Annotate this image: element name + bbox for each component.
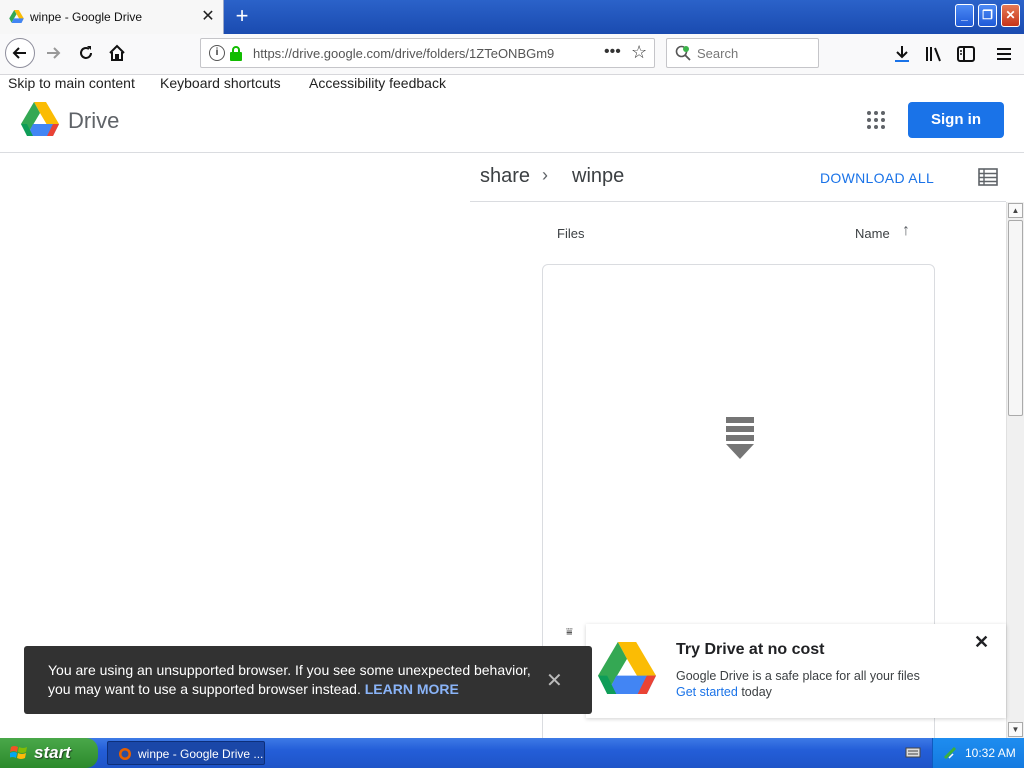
firefox-icon	[119, 748, 131, 760]
google-apps-icon[interactable]	[866, 110, 886, 130]
system-tray: 10:32 AM	[905, 738, 1024, 768]
lock-icon	[230, 46, 242, 61]
reload-icon	[80, 46, 92, 59]
get-started-link[interactable]: Get started	[676, 685, 738, 699]
window-close-button[interactable]: ✕	[1001, 4, 1020, 27]
hamburger-menu-icon[interactable]	[992, 42, 1016, 66]
snackbar-message-block: You are using an unsupported browser. If…	[48, 661, 548, 699]
library-icon[interactable]	[922, 42, 946, 66]
keyboard-shortcuts-link[interactable]: Keyboard shortcuts	[160, 75, 281, 91]
window-minimize-button[interactable]: _	[955, 4, 974, 27]
drive-wordmark[interactable]: Drive	[68, 108, 119, 134]
address-bar[interactable]: i https://drive.google.com/drive/folders…	[200, 38, 655, 68]
downloads-icon[interactable]	[890, 42, 914, 66]
menu-lines-icon	[997, 48, 1011, 60]
clock[interactable]: 10:32 AM	[965, 746, 1016, 760]
network-icon[interactable]	[943, 746, 957, 760]
promo-cta-rest: today	[741, 685, 772, 699]
scroll-up-arrow-icon[interactable]: ▲	[1008, 203, 1023, 218]
learn-more-link[interactable]: LEARN MORE	[365, 681, 459, 697]
windows-taskbar: start winpe - Google Drive ... 10:32 AM	[0, 738, 1024, 768]
try-drive-promo: Try Drive at no cost Google Drive is a s…	[586, 624, 1006, 718]
promo-title: Try Drive at no cost	[676, 641, 825, 658]
home-icon	[109, 44, 125, 61]
download-all-button[interactable]: DOWNLOAD ALL	[820, 170, 934, 186]
back-arrow-icon	[12, 47, 26, 59]
archive-file-icon	[726, 417, 754, 459]
site-info-icon[interactable]: i	[209, 45, 225, 61]
books-icon	[926, 47, 941, 62]
url-text[interactable]: https://drive.google.com/drive/folders/1…	[253, 46, 571, 61]
tab-close-icon[interactable]: ✕	[198, 7, 218, 27]
snackbar-close-icon[interactable]: ✕	[546, 668, 563, 693]
chevron-right-icon: ›	[542, 165, 548, 185]
search-placeholder: Search	[697, 46, 739, 61]
breadcrumb-parent[interactable]: share	[480, 165, 530, 188]
skip-to-main-link[interactable]: Skip to main content	[8, 75, 135, 91]
forward-arrow-icon	[47, 47, 61, 59]
window-maximize-button[interactable]: ❐	[978, 4, 997, 27]
google-drive-logo-icon	[598, 642, 656, 694]
unsupported-browser-snackbar: You are using an unsupported browser. If…	[24, 646, 592, 714]
sort-arrow-up-icon[interactable]: ↑	[902, 222, 910, 240]
promo-close-icon[interactable]: ✕	[974, 632, 989, 653]
google-drive-logo-icon[interactable]	[21, 102, 59, 136]
scroll-down-arrow-icon[interactable]: ▼	[1008, 722, 1023, 737]
start-label: start	[34, 743, 71, 762]
browser-tab[interactable]: winpe - Google Drive ✕	[0, 0, 224, 34]
accessibility-feedback-link[interactable]: Accessibility feedback	[309, 75, 446, 91]
sign-in-button[interactable]: Sign in	[908, 102, 1004, 138]
home-button[interactable]	[102, 38, 132, 68]
sidebar-icon	[957, 46, 975, 62]
back-button[interactable]	[5, 38, 35, 68]
bookmark-star-icon[interactable]: ☆	[631, 42, 647, 63]
sidebar-toggle-icon[interactable]	[954, 42, 978, 66]
drive-header: Drive Sign in	[0, 94, 1024, 153]
breadcrumb-current[interactable]: winpe	[572, 165, 624, 188]
download-arrow-icon	[895, 46, 909, 62]
keyboard-icon[interactable]	[905, 745, 921, 759]
page-actions-icon[interactable]: •••	[604, 43, 621, 61]
search-icon	[675, 45, 691, 61]
windows-logo-icon	[10, 746, 27, 759]
skip-links-bar: Skip to main content Keyboard shortcuts …	[0, 74, 1024, 94]
files-section-label: Files	[557, 226, 585, 241]
forward-button[interactable]	[38, 38, 68, 68]
divider	[470, 201, 1006, 202]
reload-button[interactable]	[71, 38, 101, 68]
taskbar-window-label: winpe - Google Drive ...	[138, 747, 264, 761]
search-box[interactable]: Search	[666, 38, 819, 68]
drive-favicon-icon	[9, 10, 24, 23]
promo-description: Google Drive is a safe place for all you…	[676, 669, 920, 683]
start-button[interactable]: start	[0, 738, 98, 768]
promo-cta-line: Get started today	[676, 685, 772, 699]
tab-strip: winpe - Google Drive ✕ + _ ❐ ✕	[0, 0, 1024, 34]
taskbar-window-button[interactable]: winpe - Google Drive ...	[107, 741, 265, 765]
list-view-icon[interactable]	[978, 168, 998, 186]
new-tab-button[interactable]: +	[230, 4, 254, 28]
sort-by-name-button[interactable]: Name	[855, 226, 890, 241]
small-archive-icon: ⩸	[566, 626, 573, 638]
tab-title: winpe - Google Drive	[30, 10, 143, 24]
scroll-thumb[interactable]	[1008, 220, 1023, 416]
